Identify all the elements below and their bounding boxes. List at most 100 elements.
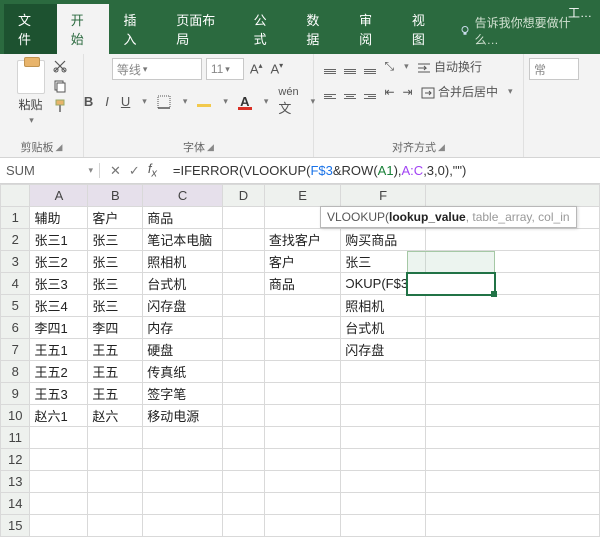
cell[interactable] (425, 471, 599, 493)
cell[interactable] (88, 449, 143, 471)
table-row[interactable]: 12 (1, 449, 600, 471)
align-center-button[interactable] (344, 84, 356, 99)
cell[interactable]: 照相机 (341, 295, 426, 317)
cell[interactable]: 王五 (88, 339, 143, 361)
cell[interactable] (264, 515, 340, 537)
cell[interactable] (222, 229, 264, 251)
cell[interactable] (341, 449, 426, 471)
cell[interactable] (264, 383, 340, 405)
cell[interactable] (222, 361, 264, 383)
cell[interactable] (88, 471, 143, 493)
cell[interactable]: 硬盘 (143, 339, 223, 361)
fx-icon[interactable]: fx (148, 161, 157, 180)
table-row[interactable]: 6李四1李四内存台式机 (1, 317, 600, 339)
table-row[interactable]: 15 (1, 515, 600, 537)
decrease-indent-button[interactable]: ⇤ (384, 85, 394, 99)
table-row[interactable]: 13 (1, 471, 600, 493)
name-box[interactable]: SUM ▾ (0, 163, 100, 178)
tab-review[interactable]: 审阅 (345, 4, 398, 54)
select-all-corner[interactable] (1, 185, 30, 207)
cell[interactable]: 台式机 (143, 273, 223, 295)
table-row[interactable]: 7王五1王五硬盘闪存盘 (1, 339, 600, 361)
align-bottom-button[interactable] (364, 59, 376, 74)
merge-center-button[interactable]: 合并后居中 (421, 83, 498, 100)
font-size-combo[interactable]: 11▾ (206, 58, 244, 80)
row-header[interactable]: 10 (1, 405, 30, 427)
align-middle-button[interactable] (344, 59, 356, 74)
font-color-button[interactable]: A (236, 94, 254, 110)
col-header[interactable]: E (264, 185, 340, 207)
cut-button[interactable] (51, 58, 69, 74)
cell[interactable] (222, 405, 264, 427)
bold-button[interactable]: B (82, 94, 95, 109)
col-header[interactable]: F (341, 185, 426, 207)
cell[interactable] (264, 405, 340, 427)
row-header[interactable]: 8 (1, 361, 30, 383)
table-row[interactable]: 4张三3张三台式机商品ƆKUP(F$3& (1, 273, 600, 295)
cell[interactable] (222, 383, 264, 405)
cell[interactable]: 张三1 (30, 229, 88, 251)
number-format-combo[interactable]: 常 (529, 58, 579, 80)
cell[interactable] (425, 515, 599, 537)
col-header[interactable]: C (143, 185, 223, 207)
cell[interactable]: 商品 (143, 207, 223, 229)
cell[interactable] (143, 493, 223, 515)
cell[interactable]: 赵六1 (30, 405, 88, 427)
tab-home[interactable]: 开始 (57, 4, 110, 54)
cell[interactable] (341, 361, 426, 383)
cell[interactable] (425, 427, 599, 449)
cell[interactable] (222, 251, 264, 273)
cell[interactable] (222, 449, 264, 471)
cell[interactable]: 笔记本电脑 (143, 229, 223, 251)
cell[interactable]: 张三 (341, 251, 426, 273)
tab-view[interactable]: 视图 (398, 4, 451, 54)
cell[interactable]: 王五1 (30, 339, 88, 361)
cell[interactable] (341, 515, 426, 537)
cell[interactable] (425, 273, 599, 295)
cell[interactable] (222, 207, 264, 229)
cell[interactable] (425, 493, 599, 515)
cell[interactable]: 签字笔 (143, 383, 223, 405)
align-left-button[interactable] (324, 84, 336, 99)
table-row[interactable]: 10赵六1赵六移动电源 (1, 405, 600, 427)
row-header[interactable]: 1 (1, 207, 30, 229)
tell-me-search[interactable]: 告诉我你想要做什么… (451, 8, 596, 54)
cell[interactable] (143, 449, 223, 471)
cell[interactable] (425, 229, 599, 251)
table-row[interactable]: 3张三2张三照相机客户张三 (1, 251, 600, 273)
cell[interactable]: 移动电源 (143, 405, 223, 427)
align-right-button[interactable] (364, 84, 376, 99)
decrease-font-button[interactable]: A▾ (269, 61, 286, 76)
cell[interactable] (143, 515, 223, 537)
cell[interactable] (264, 427, 340, 449)
dialog-launcher-icon[interactable]: ◢ (56, 142, 63, 153)
tab-page-layout[interactable]: 页面布局 (162, 4, 239, 54)
cell[interactable] (222, 317, 264, 339)
cell[interactable] (341, 405, 426, 427)
cell[interactable] (30, 471, 88, 493)
underline-button[interactable]: U (119, 94, 132, 109)
cell[interactable]: 购买商品 (341, 229, 426, 251)
cell[interactable] (341, 383, 426, 405)
cell[interactable]: 客户 (88, 207, 143, 229)
cell[interactable]: 王五3 (30, 383, 88, 405)
cell[interactable] (264, 449, 340, 471)
row-header[interactable]: 6 (1, 317, 30, 339)
cell[interactable] (425, 361, 599, 383)
fill-color-button[interactable] (195, 93, 213, 110)
cell[interactable] (264, 295, 340, 317)
cell[interactable] (264, 471, 340, 493)
row-header[interactable]: 9 (1, 383, 30, 405)
phonetic-button[interactable]: wén文 (276, 86, 300, 117)
cell[interactable]: 内存 (143, 317, 223, 339)
cell[interactable]: 张三3 (30, 273, 88, 295)
cell[interactable] (341, 493, 426, 515)
cell[interactable] (425, 405, 599, 427)
cell[interactable]: 传真纸 (143, 361, 223, 383)
cell[interactable]: ƆKUP(F$3& (341, 273, 426, 295)
cell[interactable]: 王五 (88, 361, 143, 383)
cell[interactable] (30, 515, 88, 537)
row-header[interactable]: 7 (1, 339, 30, 361)
cell[interactable] (222, 493, 264, 515)
border-button[interactable] (155, 95, 173, 109)
